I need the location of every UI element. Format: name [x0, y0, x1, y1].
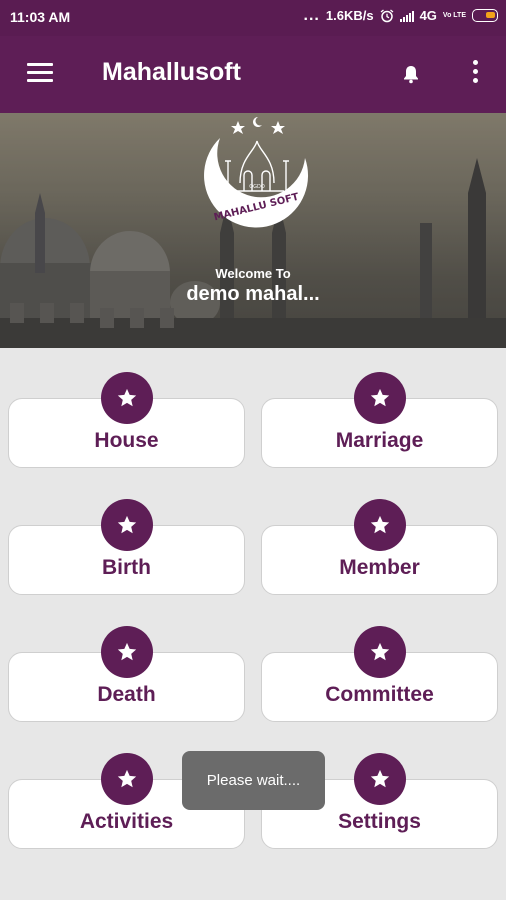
loading-toast: Please wait.... [182, 751, 325, 810]
menu-label: Marriage [335, 429, 424, 452]
star-icon [354, 372, 406, 424]
status-bar: 11:03 AM ... 1.6KB/s 4G Vo LTE [0, 0, 506, 36]
menu-label: Birth [102, 556, 151, 579]
app-bar: Mahallusoft [0, 36, 506, 113]
mahal-name: demo mahal... [186, 283, 320, 305]
network-type: 4G [419, 8, 437, 23]
menu-label: House [94, 429, 159, 452]
star-icon [354, 753, 406, 805]
star-icon [101, 372, 153, 424]
mahallu-soft-logo: OGDO MAHALLU SOFT [204, 117, 309, 228]
menu-label: Committee [325, 683, 434, 706]
vertical-dots-icon[interactable] [466, 60, 484, 88]
app-title: Mahallusoft [102, 58, 241, 86]
volte-icon: Vo LTE [442, 12, 466, 19]
status-time: 11:03 AM [10, 9, 71, 25]
notification-dots-icon: ... [303, 6, 320, 24]
welcome-text: Welcome To [215, 266, 291, 281]
menu-label: Activities [79, 810, 174, 833]
battery-icon [472, 9, 498, 22]
logo-small-text: OGDO [249, 184, 265, 190]
star-icon [101, 753, 153, 805]
hamburger-menu-icon[interactable] [27, 63, 53, 83]
star-icon [354, 499, 406, 551]
bell-icon[interactable] [399, 62, 423, 86]
star-icon [101, 626, 153, 678]
star-icon [354, 626, 406, 678]
star-icon [101, 499, 153, 551]
hero-banner: OGDO MAHALLU SOFT Welcome To demo mahal.… [0, 113, 506, 348]
signal-strength-icon [399, 10, 414, 22]
menu-label: Member [339, 556, 420, 579]
network-speed: 1.6KB/s [325, 8, 374, 23]
menu-label: Settings [338, 810, 421, 833]
menu-label: Death [97, 683, 156, 706]
alarm-clock-icon [380, 8, 393, 22]
status-icons: ... 1.6KB/s 4G Vo LTE [303, 6, 498, 24]
